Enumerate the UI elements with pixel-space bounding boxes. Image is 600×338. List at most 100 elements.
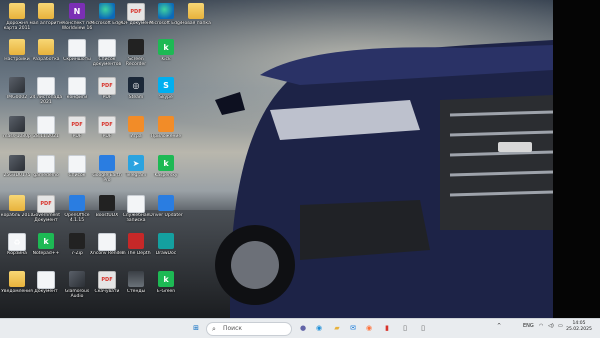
photo-icon — [9, 155, 25, 171]
desktop-icon[interactable]: k E-Green — [151, 271, 181, 307]
doc-icon — [68, 39, 86, 57]
desktop-icon[interactable]: Список — [62, 155, 92, 191]
document-icon[interactable]: ▯ — [399, 322, 411, 334]
pdf-icon: PDF — [37, 195, 55, 213]
desktop-icon-label: Driver Updater — [149, 213, 183, 218]
edge-icon[interactable]: ◉ — [313, 322, 325, 334]
blue-icon — [158, 195, 174, 211]
clock-date: 25.02.2025 — [566, 327, 592, 332]
document-icon[interactable]: ▯ — [417, 322, 429, 334]
desktop-icon[interactable]: Screen Recorder — [121, 39, 151, 75]
desktop-icon[interactable]: PDF Government Документ — [31, 195, 61, 231]
crane-icon — [128, 271, 144, 287]
desktop-icon[interactable]: Стенды — [121, 271, 151, 307]
desktop-icon[interactable]: Документ — [31, 271, 61, 307]
desktop-icon-label: DrawDoc — [155, 251, 177, 256]
pdf-icon: PDF — [98, 77, 116, 95]
desktop-icon[interactable]: S Skype — [151, 77, 181, 113]
desktop-icon[interactable]: 7-Zip — [62, 233, 92, 269]
orange-icon — [128, 116, 144, 132]
wifi-icon[interactable]: ◠ — [539, 323, 543, 329]
pdf-icon: PDF — [68, 116, 86, 134]
green-icon: k — [38, 233, 54, 249]
desktop-icon[interactable]: Скриншоты — [62, 39, 92, 75]
desktop-icon-label: Kaspersky — [154, 173, 178, 178]
dark-icon — [99, 195, 115, 211]
desktop-icon[interactable]: Разработка — [31, 39, 61, 75]
desktop-icon[interactable]: In The Depth — [121, 233, 151, 269]
desktop-icon[interactable]: k Kick — [151, 39, 181, 75]
desktop-icon[interactable]: gamedemo — [31, 155, 61, 191]
desktop-icon[interactable]: Glamorous Audio — [62, 271, 92, 307]
doc-icon — [37, 271, 55, 289]
tray-chevron-icon[interactable]: ^ — [497, 323, 501, 329]
volume-icon[interactable]: ◁) — [548, 323, 554, 329]
desktop-icon[interactable]: DrawDoc — [151, 233, 181, 269]
dark-icon — [128, 39, 144, 55]
desktop-icon[interactable]: PDF PDF — [62, 116, 92, 152]
desktop-icon[interactable]: k Notepad++ — [31, 233, 61, 269]
desktop-icon[interactable]: Приложение — [151, 116, 181, 152]
clock[interactable]: 14:05 25.02.2025 — [564, 321, 594, 333]
folder-icon — [38, 39, 54, 55]
desktop-icon[interactable]: Игра — [121, 116, 151, 152]
photo-icon — [9, 77, 25, 93]
file-explorer-icon[interactable]: ▰ — [331, 322, 343, 334]
photo-icon — [9, 116, 25, 132]
desktop-icon[interactable]: ◎ Steam — [121, 77, 151, 113]
black-edge — [553, 0, 600, 318]
desktop-icon[interactable]: Microsoft Edge — [149, 3, 183, 39]
doc-icon — [37, 77, 55, 95]
battery-icon[interactable]: ▭ — [558, 323, 563, 329]
teams-icon[interactable]: ● — [297, 322, 309, 334]
search-icon: ⌕ — [212, 325, 216, 333]
desktop-icons: Дорожня карта 2011 мал алгоритм N Конспект … — [0, 0, 553, 318]
folder-icon — [188, 3, 204, 19]
firefox-icon[interactable]: ◉ — [363, 322, 375, 334]
folder-icon — [38, 3, 54, 19]
desktop-icon[interactable]: Driver Updater — [149, 195, 183, 231]
mail-icon[interactable]: ✉ — [347, 322, 359, 334]
red-icon — [128, 233, 144, 249]
green-icon: k — [158, 39, 174, 55]
desktop-icon[interactable]: Служебная записка — [121, 195, 151, 231]
folder-icon — [9, 39, 25, 55]
photo-icon — [69, 271, 85, 287]
desktop-icon[interactable]: PDF PDF документ — [119, 3, 153, 39]
dark-icon — [69, 233, 85, 249]
start-button[interactable]: ⊞ — [190, 322, 202, 334]
green-icon: k — [158, 271, 174, 287]
steam-icon: ◎ — [128, 77, 144, 93]
desktop-icon[interactable]: OpenOffice 4.1.15 — [62, 195, 92, 231]
desktop-icon[interactable]: мал алгоритм — [29, 3, 63, 39]
desktop-icon[interactable]: ➤ Telegram — [121, 155, 151, 191]
desktop-icon[interactable]: k Kaspersky — [151, 155, 181, 191]
desktop-icon[interactable]: Новая папка — [181, 3, 211, 39]
doc-icon — [127, 195, 145, 213]
desktop-icon-label: Kick — [161, 57, 171, 62]
pdf-icon[interactable]: ▮ — [381, 322, 393, 334]
pdf-icon: PDF — [98, 116, 116, 134]
blue-icon — [99, 155, 115, 171]
doc-icon — [98, 233, 116, 251]
folder-icon — [9, 3, 25, 19]
desktop-screen: Дорожня карта 2011 мал алгоритм N Конспект … — [0, 0, 600, 338]
desktop-icon[interactable]: конфиги — [62, 77, 92, 113]
language-indicator[interactable]: ENG — [523, 323, 534, 329]
orange-icon — [158, 116, 174, 132]
desktop-icon-label: Новая папка — [181, 21, 211, 26]
desktop-icon-label: Skype — [159, 95, 173, 100]
skype-icon: S — [158, 77, 174, 93]
desktop-icon[interactable]: N Конспект по Worldview 16 — [62, 3, 92, 39]
edge-icon — [99, 3, 115, 19]
desktop-icon[interactable]: 28.11.2021 — [31, 116, 61, 152]
edge-icon — [158, 3, 174, 19]
doc-icon — [98, 39, 116, 57]
search-box[interactable]: ⌕ Поиск — [206, 322, 292, 336]
doc-icon — [37, 155, 55, 173]
desktop-icon-label: E-Green — [156, 289, 176, 294]
onenote-icon: N — [69, 3, 85, 19]
folder-icon — [9, 271, 25, 287]
desktop-icon[interactable]: 24 листопада 2021 — [30, 77, 62, 113]
recycle-icon: ♻ — [8, 233, 26, 251]
